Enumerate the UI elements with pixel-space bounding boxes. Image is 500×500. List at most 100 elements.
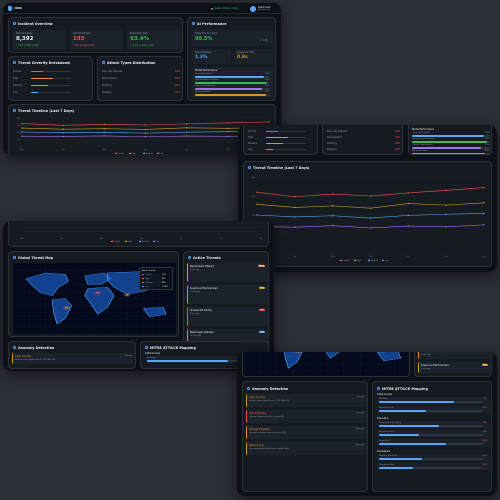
data-point[interactable] — [144, 136, 147, 138]
data-point[interactable] — [185, 127, 188, 129]
data-point[interactable] — [483, 202, 485, 204]
data-point[interactable] — [103, 131, 106, 133]
data-point[interactable] — [483, 212, 485, 215]
x-tick-label: Sat — [445, 255, 448, 258]
x-tick-label: Sun — [482, 256, 487, 258]
data-point[interactable] — [62, 128, 64, 130]
data-point[interactable] — [268, 121, 270, 123]
mitre-technique[interactable]: User Execution 38% — [377, 430, 489, 437]
world-map[interactable]: Active Threats Critical 193 High 421 Medium 86… — [13, 263, 176, 334]
avatar[interactable] — [250, 5, 256, 12]
data-point[interactable] — [144, 132, 147, 134]
severity-bar — [266, 148, 306, 151]
model-name: Threat Classification — [195, 85, 216, 87]
data-point[interactable] — [483, 186, 485, 189]
active-threat-item[interactable]: Ransomware Attempt2 min agoHigh — [187, 263, 267, 282]
data-point[interactable] — [294, 226, 296, 228]
app-logo[interactable]: CIRIS — [14, 7, 22, 10]
data-point[interactable] — [103, 135, 106, 137]
model-performance: Model Performance Zero-day Exploits 92% Ra… — [192, 67, 273, 98]
data-point[interactable] — [256, 191, 258, 193]
data-point[interactable] — [62, 132, 64, 134]
kpi-resolution-rate[interactable]: Resolution Rate 93.4% ↑ 2.1% vs last mon… — [127, 30, 180, 50]
data-point[interactable] — [483, 224, 485, 226]
data-point[interactable] — [227, 127, 229, 130]
x-tick-label: Mon — [20, 149, 25, 151]
data-point[interactable] — [21, 122, 23, 125]
data-point[interactable] — [407, 214, 410, 217]
data-point[interactable] — [294, 206, 296, 209]
mitre-technique[interactable]: Scheduled Task 33% — [377, 463, 489, 470]
detection-accuracy[interactable]: Detection Accuracy 98.5% ↑ 1.2% — [192, 30, 273, 46]
data-point[interactable] — [407, 192, 410, 194]
data-point[interactable] — [227, 135, 229, 138]
data-point[interactable] — [331, 224, 334, 227]
y-tick-label: 150 — [17, 125, 22, 127]
technique-name: PowerShell — [379, 440, 390, 442]
data-point[interactable] — [103, 123, 106, 125]
data-point[interactable] — [331, 193, 334, 195]
data-point[interactable] — [445, 189, 447, 191]
data-point[interactable] — [62, 124, 64, 126]
threat-time: 2 min ago — [421, 353, 431, 356]
data-point[interactable] — [256, 203, 258, 206]
severity-label: Medium — [248, 142, 258, 145]
data-point[interactable] — [331, 205, 334, 207]
mitre-technique[interactable]: Phishing 72% — [377, 397, 489, 404]
anomaly-item[interactable]: Login Anomaly Multiple failed logins from… — [12, 353, 134, 364]
attack-type-value: 28% — [175, 84, 181, 87]
data-point[interactable] — [294, 196, 296, 198]
anomaly-item[interactable]: Data Exfiltration Unusual outbound traffi… — [246, 410, 366, 423]
data-point[interactable] — [369, 227, 372, 229]
mitre-technique[interactable]: Valid Accounts 45% — [377, 406, 489, 413]
threat-time: 5 min ago — [190, 290, 200, 293]
data-point[interactable] — [407, 225, 410, 227]
mitre-technique[interactable]: Command & Scripting 58% — [377, 421, 489, 428]
anomaly-item[interactable]: Login Anomaly Multiple failed logins from… — [246, 394, 366, 407]
data-point[interactable] — [62, 135, 64, 138]
data-point[interactable] — [294, 216, 296, 218]
data-point[interactable] — [144, 128, 147, 131]
data-point[interactable] — [445, 204, 447, 206]
mitre-technique[interactable]: PowerShell 64% — [377, 439, 489, 446]
threat-hotspot[interactable] — [65, 307, 69, 309]
data-point[interactable] — [256, 214, 258, 216]
data-point[interactable] — [369, 195, 372, 197]
data-point[interactable] — [369, 217, 372, 219]
data-point[interactable] — [21, 135, 23, 137]
data-point[interactable] — [144, 124, 147, 126]
data-point[interactable] — [227, 131, 229, 133]
anomaly-desc: Multiple failed logins from IP 192.168.1… — [249, 399, 290, 402]
world-map[interactable] — [243, 352, 409, 376]
legend-label: Low — [156, 241, 160, 243]
mitre-technique[interactable]: Registry Run Keys 41% — [377, 454, 489, 461]
response-time[interactable]: Response Time 0.8s — [234, 49, 273, 64]
data-point[interactable] — [369, 207, 372, 209]
anomaly-item[interactable]: Network Scan Port scanning detected from … — [246, 442, 366, 455]
progress-fill — [379, 458, 422, 460]
active-threat-item[interactable]: Suspicious File Download 5 min ago Med — [418, 362, 490, 373]
active-threat-item[interactable]: Suspicious File Download 5 min ago Med — [187, 285, 267, 304]
data-point[interactable] — [407, 202, 410, 205]
data-point[interactable] — [331, 215, 334, 217]
data-point[interactable] — [445, 226, 447, 228]
active-threat-item[interactable]: Unusual API Activity 8 min ago Crit — [187, 307, 267, 326]
data-point[interactable] — [185, 135, 188, 137]
data-point[interactable] — [185, 131, 188, 133]
data-point[interactable] — [445, 213, 447, 215]
data-point[interactable] — [21, 127, 23, 129]
data-point[interactable] — [185, 123, 188, 125]
data-point[interactable] — [103, 127, 106, 130]
kpi-critical-threats[interactable]: Critical Threats 193 ↑ 8% vs last month — [70, 30, 123, 50]
active-threat-item[interactable]: Ransomware Attempt2 min agoHigh — [418, 352, 490, 359]
kpi-total-incidents[interactable]: Total Incidents 8,392 ↑ 12% vs last mont… — [13, 30, 66, 50]
threat-hotspot[interactable] — [96, 292, 100, 294]
data-point[interactable] — [21, 131, 23, 133]
technique-value: 58% — [482, 422, 487, 424]
false-positives[interactable]: False Positives 1.3% — [192, 49, 231, 64]
legend-value: 421 — [162, 277, 166, 280]
threat-hotspot[interactable] — [125, 294, 129, 296]
data-point[interactable] — [227, 122, 229, 124]
anomaly-item[interactable]: Privilege Escalation Unexpected admin acc… — [246, 426, 366, 439]
mitre-tactic: Persistence — [377, 450, 391, 453]
